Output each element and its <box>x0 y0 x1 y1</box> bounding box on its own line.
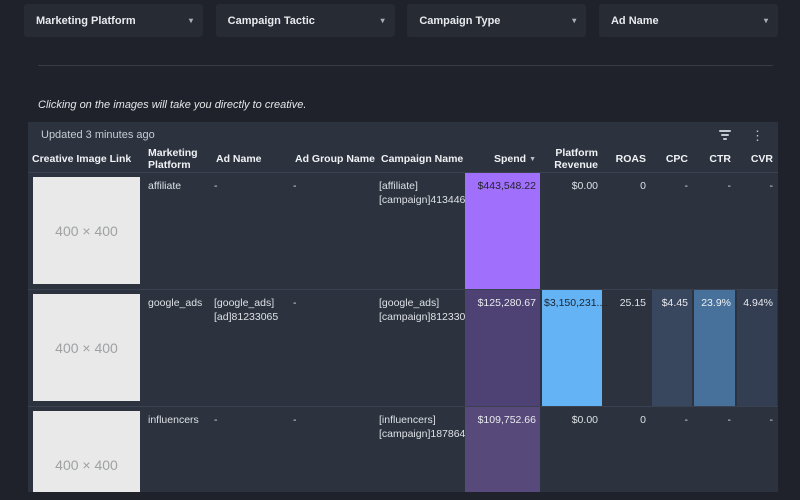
panel-header: Updated 3 minutes ago ⋮ <box>28 122 778 148</box>
cell-campaign-name: [affiliate] [campaign]413446 <box>379 173 464 289</box>
cell-platform-revenue: $3,150,231.... <box>541 290 603 406</box>
cell-ad-group-name: - <box>293 290 379 406</box>
cell-cvr: - <box>736 407 778 492</box>
cell-roas: 25.15 <box>603 290 651 406</box>
cell-cvr: - <box>736 173 778 289</box>
cell-spend: $109,752.66 <box>464 407 541 492</box>
col-header-cpc[interactable]: CPC <box>651 154 693 166</box>
creative-image[interactable]: 400 × 400 <box>33 177 140 284</box>
col-header-creative-image-link[interactable]: Creative Image Link <box>28 154 146 166</box>
creative-image[interactable]: 400 × 400 <box>33 411 140 492</box>
cell-creative-image: 400 × 400 <box>28 173 146 289</box>
cell-ctr: - <box>693 407 736 492</box>
cell-marketing-platform: influencers <box>146 407 214 492</box>
table-panel: Updated 3 minutes ago ⋮ Creative Image L… <box>28 122 778 492</box>
table-row: 400 × 400 influencers - - [influencers] … <box>28 406 778 492</box>
filter-bar: Marketing Platform ▾ Campaign Tactic ▾ C… <box>24 4 778 37</box>
table-header-row: Creative Image Link Marketing Platform A… <box>28 148 778 172</box>
cell-platform-revenue: $0.00 <box>541 173 603 289</box>
cell-cvr: 4.94% <box>736 290 778 406</box>
panel-actions: ⋮ <box>717 128 766 142</box>
cell-ad-group-name: - <box>293 407 379 492</box>
updated-label: Updated 3 minutes ago <box>41 129 155 141</box>
chevron-down-icon: ▾ <box>572 16 576 25</box>
cell-roas: 0 <box>603 407 651 492</box>
col-header-ad-group-name[interactable]: Ad Group Name <box>293 154 379 166</box>
cell-ad-name: [google_ads] [ad]81233065 <box>214 290 293 406</box>
cell-creative-image: 400 × 400 <box>28 407 146 492</box>
chevron-down-icon: ▾ <box>189 16 193 25</box>
col-header-ad-name[interactable]: Ad Name <box>214 154 293 166</box>
col-header-ctr[interactable]: CTR <box>693 154 736 166</box>
filter-dropdown-campaign-tactic[interactable]: Campaign Tactic ▾ <box>216 4 395 37</box>
col-header-marketing-platform[interactable]: Marketing Platform <box>146 148 214 171</box>
section-divider <box>38 65 773 66</box>
cell-cpc: $4.45 <box>651 290 693 406</box>
table-row: 400 × 400 google_ads [google_ads] [ad]81… <box>28 289 778 406</box>
chevron-down-icon: ▾ <box>764 16 768 25</box>
cell-creative-image: 400 × 400 <box>28 290 146 406</box>
table-row: 400 × 400 affiliate - - [affiliate] [cam… <box>28 172 778 289</box>
col-header-cvr[interactable]: CVR <box>736 154 778 166</box>
filter-dropdown-campaign-type[interactable]: Campaign Type ▾ <box>407 4 586 37</box>
cell-cpc: - <box>651 173 693 289</box>
cell-campaign-name: [google_ads] [campaign]812330 <box>379 290 464 406</box>
cell-ad-name: - <box>214 407 293 492</box>
filter-icon[interactable] <box>717 128 733 142</box>
creative-image[interactable]: 400 × 400 <box>33 294 140 401</box>
col-header-roas[interactable]: ROAS <box>603 154 651 166</box>
cell-marketing-platform: google_ads <box>146 290 214 406</box>
cell-spend: $443,548.22 <box>464 173 541 289</box>
cell-ctr: - <box>693 173 736 289</box>
filter-dropdown-ad-name[interactable]: Ad Name ▾ <box>599 4 778 37</box>
cell-ctr: 23.9% <box>693 290 736 406</box>
filter-label: Ad Name <box>611 15 659 27</box>
sort-desc-icon: ▼ <box>529 156 536 163</box>
col-header-spend[interactable]: Spend▼ <box>464 154 541 166</box>
col-header-platform-revenue[interactable]: Platform Revenue <box>541 148 603 171</box>
kebab-menu-icon[interactable]: ⋮ <box>749 129 766 142</box>
filter-label: Campaign Tactic <box>228 15 315 27</box>
cell-campaign-name: [influencers] [campaign]187864 <box>379 407 464 492</box>
note-text: Clicking on the images will take you dir… <box>38 99 306 111</box>
cell-roas: 0 <box>603 173 651 289</box>
cell-platform-revenue: $0.00 <box>541 407 603 492</box>
chevron-down-icon: ▾ <box>381 16 385 25</box>
col-header-campaign-name[interactable]: Campaign Name <box>379 154 464 166</box>
cell-spend: $125,280.67 <box>464 290 541 406</box>
filter-label: Campaign Type <box>419 15 500 27</box>
cell-marketing-platform: affiliate <box>146 173 214 289</box>
cell-ad-name: - <box>214 173 293 289</box>
filter-label: Marketing Platform <box>36 15 136 27</box>
filter-dropdown-marketing-platform[interactable]: Marketing Platform ▾ <box>24 4 203 37</box>
cell-cpc: - <box>651 407 693 492</box>
cell-ad-group-name: - <box>293 173 379 289</box>
